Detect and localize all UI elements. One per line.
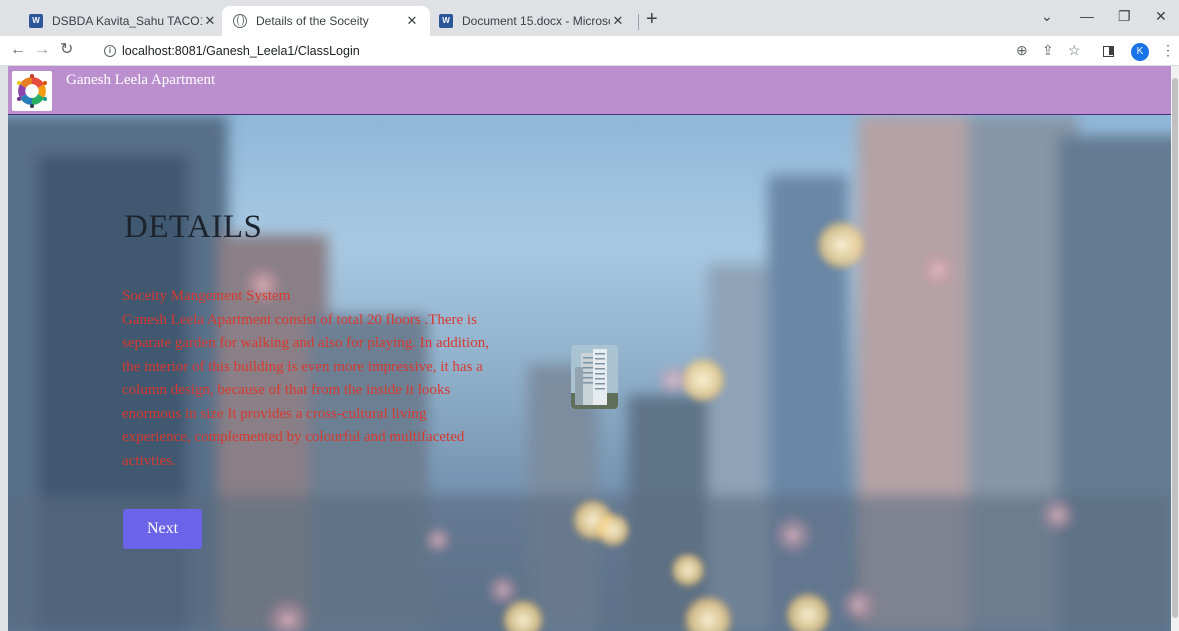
details-description: Soceity Mangement System Ganesh Leela Ap… (122, 288, 489, 469)
hero-background: DETAILS Soceity Mangement System Ganesh … (8, 115, 1171, 631)
info-icon[interactable]: i (104, 45, 116, 57)
page-viewport: Ganesh Leela Apartment DETAILS Soceity M… (8, 66, 1171, 631)
star-icon[interactable]: ☆ (1068, 42, 1081, 58)
tab-title: Details of the Soceity (256, 14, 369, 28)
word-icon: W (438, 13, 454, 29)
next-button[interactable]: Next (123, 509, 202, 549)
building-image (571, 345, 618, 409)
address-bar[interactable]: i localhost:8081/Ganesh_Leela1/ClassLogi… (104, 41, 664, 61)
tab-details[interactable]: Details of the Soceity ✕ (222, 6, 430, 36)
tab-separator (638, 14, 639, 30)
globe-icon (232, 13, 248, 29)
avatar[interactable]: K (1131, 43, 1149, 61)
tab-title: Document 15.docx - Microsoft W (462, 14, 610, 28)
site-header: Ganesh Leela Apartment (8, 66, 1171, 115)
side-panel-icon[interactable] (1103, 46, 1114, 57)
tab-dsbda[interactable]: W DSBDA Kavita_Sahu TACO19109 ✕ (18, 6, 228, 36)
menu-icon[interactable]: ⋮ (1161, 42, 1175, 58)
word-icon: W (28, 13, 44, 29)
close-icon[interactable]: ✕ (610, 13, 626, 29)
back-icon[interactable]: ← (10, 41, 26, 59)
scrollbar-thumb[interactable] (1172, 78, 1178, 618)
forward-icon[interactable]: → (34, 41, 50, 59)
tab-document[interactable]: W Document 15.docx - Microsoft W ✕ (428, 6, 636, 36)
url-text[interactable]: localhost:8081/Ganesh_Leela1/ClassLogin (122, 44, 360, 58)
reload-icon[interactable]: ↻ (60, 41, 73, 59)
close-icon[interactable]: ✕ (404, 13, 420, 29)
site-name[interactable]: Ganesh Leela Apartment (66, 72, 215, 89)
share-icon[interactable]: ⇪ (1042, 42, 1054, 58)
browser-toolbar: ← → ↻ i localhost:8081/Ganesh_Leela1/Cla… (0, 36, 1179, 66)
browser-tab-strip: W DSBDA Kavita_Sahu TACO19109 ✕ Details … (0, 0, 1179, 36)
restore-icon[interactable]: ❐ (1118, 8, 1131, 25)
zoom-icon[interactable]: ⊕ (1016, 42, 1028, 58)
minimize-icon[interactable]: — (1080, 8, 1094, 24)
tab-title: DSBDA Kavita_Sahu TACO19109 (52, 14, 202, 28)
close-icon[interactable]: ✕ (202, 13, 218, 29)
site-logo[interactable] (12, 71, 52, 111)
details-heading: DETAILS (124, 209, 263, 245)
tab-search-icon[interactable]: ⌄ (1041, 8, 1053, 25)
window-close-icon[interactable]: ✕ (1155, 8, 1167, 25)
page-scrollbar[interactable] (1171, 66, 1179, 631)
new-tab-button[interactable]: + (646, 9, 658, 29)
